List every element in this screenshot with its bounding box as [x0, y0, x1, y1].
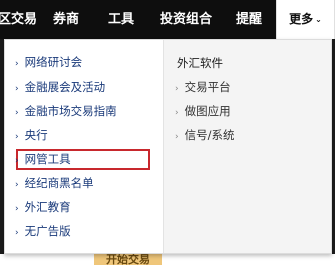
menu-item-label: 信号/系统	[184, 128, 235, 142]
menu-item-webinars[interactable]: › 网络研讨会	[15, 52, 82, 72]
top-navbar: 区交易 券商 工具 投资组合 提醒 更多 ⌄	[0, 0, 335, 39]
arrow-right-icon: ›	[15, 228, 19, 238]
menu-item-label: 央行	[24, 128, 48, 142]
arrow-right-icon: ›	[15, 108, 19, 118]
start-trading-button[interactable]: 开始交易	[94, 254, 162, 265]
nav-item-tools[interactable]: 工具	[108, 0, 134, 39]
menu-item-label: 无广告版	[24, 224, 71, 238]
arrow-right-icon: ›	[15, 59, 19, 69]
menu-item-label: 金融展会及活动	[24, 80, 106, 94]
menu-item-forex-education[interactable]: › 外汇教育	[15, 197, 71, 217]
arrow-right-icon: ›	[175, 84, 179, 94]
menu-item-label: 金融市场交易指南	[24, 104, 117, 118]
menu-item-label: 网络研讨会	[24, 55, 83, 69]
menu-item-label: 交易平台	[184, 80, 231, 94]
menu-item-broker-blacklist[interactable]: › 经纪商黑名单	[15, 173, 94, 193]
arrow-right-icon: ›	[175, 132, 179, 142]
menu-item-ad-free[interactable]: › 无广告版	[15, 221, 71, 241]
menu-item-central-banks[interactable]: › 央行	[15, 125, 48, 145]
arrow-right-icon: ›	[15, 132, 19, 142]
page-bottom-strip	[0, 254, 335, 265]
nav-item-portfolio[interactable]: 投资组合	[160, 0, 212, 39]
more-dropdown-menu: › 网络研讨会 › 金融展会及活动 › 金融市场交易指南 › 央行 › 网管工具 › 经纪商…	[4, 39, 332, 254]
menu-item-trading-guide[interactable]: › 金融市场交易指南	[15, 101, 117, 121]
column-divider	[163, 40, 164, 253]
forex-software-heading: 外汇软件	[177, 56, 223, 70]
arrow-right-icon: ›	[15, 84, 19, 94]
chevron-down-icon: ⌄	[315, 15, 322, 24]
menu-item-label: 做图应用	[184, 104, 231, 118]
right-column-background	[164, 40, 331, 253]
arrow-right-icon: ›	[15, 204, 19, 214]
menu-item-charting-apps[interactable]: › 做图应用	[175, 101, 231, 121]
arrow-right-icon: ›	[15, 180, 19, 190]
menu-item-webmaster-tools[interactable]: › 网管工具	[15, 149, 71, 169]
nav-item-alerts[interactable]: 提醒	[236, 0, 262, 39]
nav-more-button[interactable]: 更多 ⌄	[276, 0, 335, 39]
menu-item-expos-events[interactable]: › 金融展会及活动	[15, 77, 105, 97]
menu-item-label: 网管工具	[24, 152, 71, 166]
menu-item-trading-platforms[interactable]: › 交易平台	[175, 77, 231, 97]
menu-item-label: 经纪商黑名单	[24, 176, 94, 190]
arrow-right-icon: ›	[175, 108, 179, 118]
menu-item-label: 外汇教育	[24, 200, 71, 214]
menu-item-signals-systems[interactable]: › 信号/系统	[175, 125, 234, 145]
nav-item-trading[interactable]: 区交易	[0, 0, 37, 39]
arrow-right-icon: ›	[15, 156, 19, 166]
nav-more-label: 更多	[289, 12, 314, 26]
nav-item-brokers[interactable]: 券商	[53, 0, 79, 39]
